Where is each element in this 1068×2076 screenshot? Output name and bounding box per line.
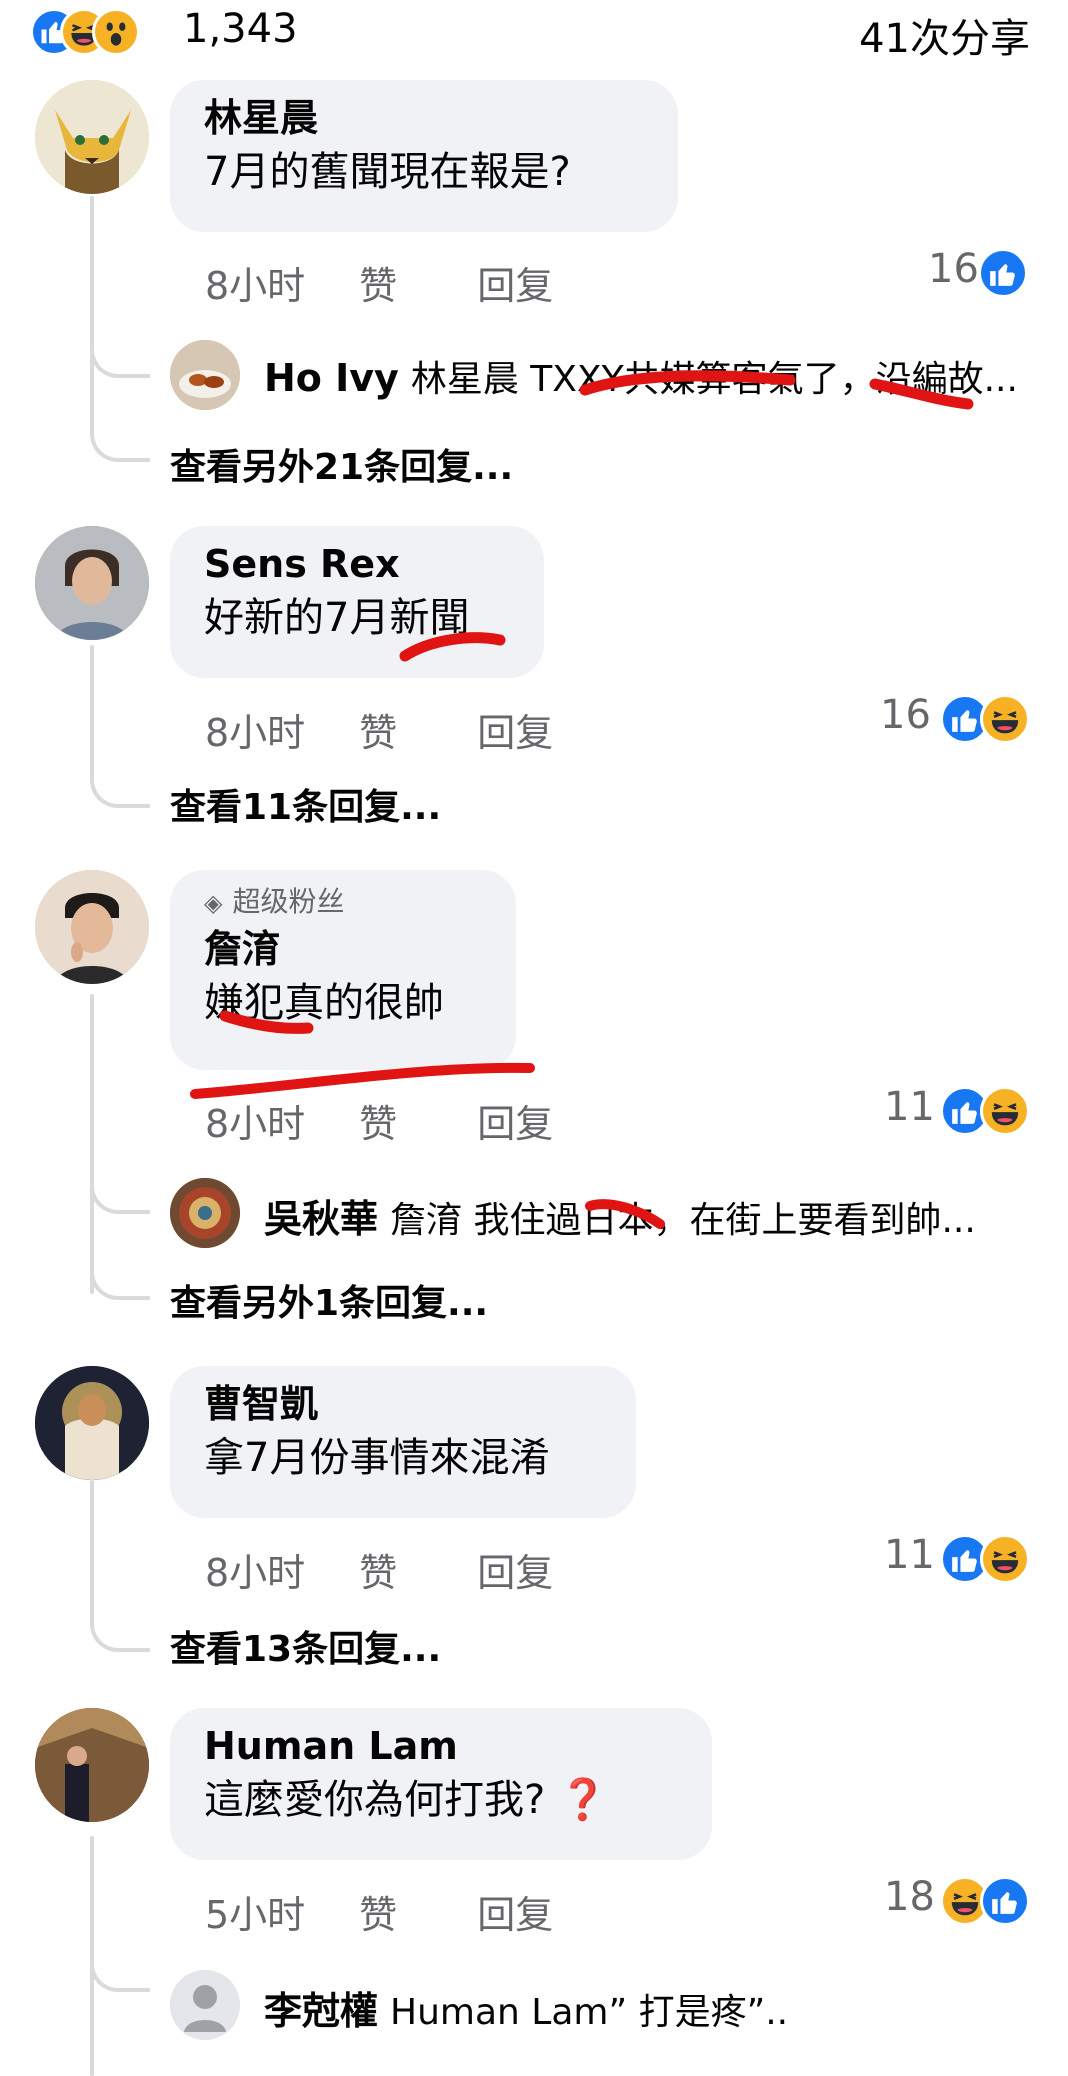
red-scribble-overlay xyxy=(190,370,974,1229)
